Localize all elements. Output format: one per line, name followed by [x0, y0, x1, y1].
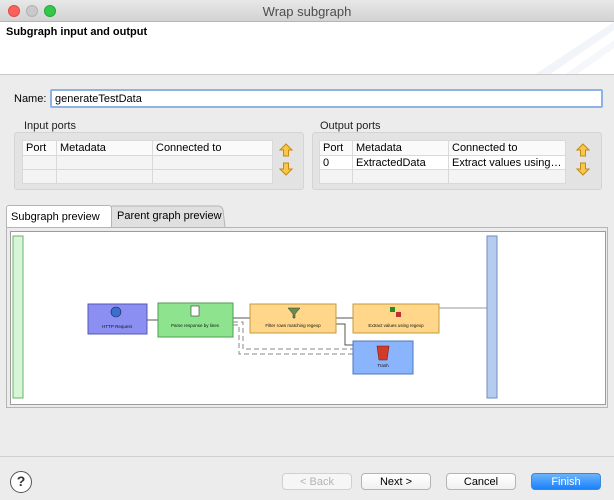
window-titlebar: Wrap subgraph	[0, 0, 614, 22]
column-header-metadata[interactable]: Metadata	[56, 140, 153, 156]
window-title: Wrap subgraph	[262, 4, 352, 19]
tab-subgraph-preview[interactable]: Subgraph preview	[6, 205, 112, 227]
component-label: HTTP Request	[102, 324, 132, 329]
banner-title: Subgraph input and output	[6, 26, 148, 38]
globe-icon	[110, 306, 122, 318]
table-cell[interactable]	[56, 155, 153, 170]
document-icon	[190, 305, 200, 317]
table-cell-metadata[interactable]: ExtractedData	[352, 155, 449, 170]
next-button[interactable]: Next >	[361, 473, 431, 490]
subgraph-input-bar[interactable]	[12, 235, 24, 399]
cancel-button[interactable]: Cancel	[446, 473, 516, 490]
component-label: Trash	[377, 363, 389, 368]
component-label: Filter rows matching regexp	[265, 323, 321, 328]
component-http-request[interactable]: HTTP Request	[87, 303, 148, 335]
move-up-arrow-icon[interactable]	[279, 143, 293, 157]
output-ports-table[interactable]: Port Metadata Connected to 0 ExtractedDa…	[319, 140, 566, 184]
table-cell-port[interactable]: 0	[319, 155, 353, 170]
table-cell[interactable]	[448, 169, 566, 184]
table-cell[interactable]	[319, 169, 353, 184]
component-label: Extract values using regexp	[368, 323, 424, 328]
banner-decoration-icon	[535, 22, 614, 74]
column-header-connected-to[interactable]: Connected to	[152, 140, 273, 156]
name-label: Name:	[14, 93, 47, 105]
transform-icon	[390, 307, 395, 312]
trash-icon	[376, 345, 390, 361]
table-cell[interactable]	[56, 169, 153, 184]
table-cell[interactable]	[22, 169, 57, 184]
column-header-metadata[interactable]: Metadata	[352, 140, 449, 156]
input-ports-label: Input ports	[24, 120, 76, 132]
component-extract-values[interactable]: Extract values using regexp	[352, 303, 440, 334]
table-cell[interactable]	[352, 169, 449, 184]
component-parse-response[interactable]: Parse response by lines	[157, 302, 234, 338]
finish-button[interactable]: Finish	[531, 473, 601, 490]
name-input[interactable]	[50, 89, 603, 108]
column-header-port[interactable]: Port	[319, 140, 353, 156]
input-ports-table[interactable]: Port Metadata Connected to	[22, 140, 273, 184]
graph-preview-canvas[interactable]: HTTP Request Parse response by lines Fil…	[10, 231, 606, 405]
dialog-banner: Subgraph input and output	[0, 22, 614, 75]
component-label: Parse response by lines	[171, 323, 220, 328]
table-cell[interactable]	[22, 155, 57, 170]
table-cell[interactable]	[152, 155, 273, 170]
edge	[335, 323, 353, 346]
back-button[interactable]: < Back	[282, 473, 352, 490]
tab-parent-graph-preview[interactable]: Parent graph preview	[104, 205, 224, 227]
component-filter-rows[interactable]: Filter rows matching regexp	[249, 303, 337, 334]
button-bar-divider	[0, 456, 614, 457]
graph-diagram: HTTP Request Parse response by lines Fil…	[12, 235, 498, 399]
move-down-arrow-icon[interactable]	[576, 162, 590, 176]
table-cell-connected-to[interactable]: Extract values using r...	[448, 155, 566, 170]
help-button[interactable]: ?	[10, 471, 32, 493]
output-ports-label: Output ports	[320, 120, 381, 132]
component-trash[interactable]: Trash	[352, 340, 414, 375]
move-up-arrow-icon[interactable]	[576, 143, 590, 157]
column-header-connected-to[interactable]: Connected to	[448, 140, 566, 156]
move-down-arrow-icon[interactable]	[279, 162, 293, 176]
column-header-port[interactable]: Port	[22, 140, 57, 156]
table-cell[interactable]	[152, 169, 273, 184]
subgraph-output-bar[interactable]	[486, 235, 498, 399]
